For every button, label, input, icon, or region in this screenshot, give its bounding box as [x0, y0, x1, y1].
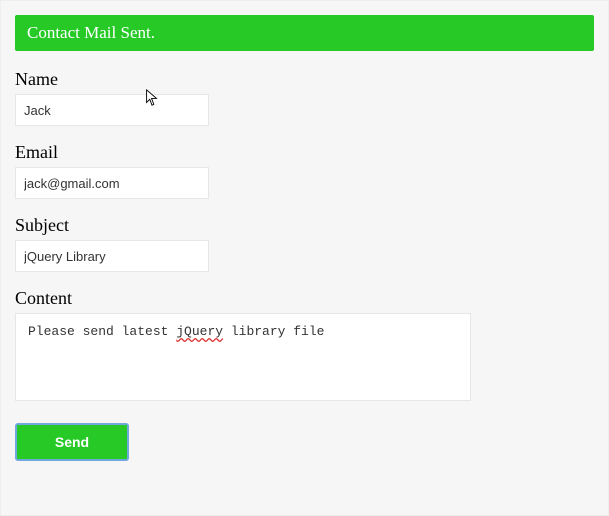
contact-form-container: Contact Mail Sent. Name Email Subject Co… — [0, 0, 609, 516]
subject-field-group: Subject — [15, 215, 594, 272]
send-button[interactable]: Send — [15, 423, 129, 461]
subject-label: Subject — [15, 215, 594, 236]
content-text-spellerror: jQuery — [176, 324, 223, 339]
success-banner: Contact Mail Sent. — [15, 15, 594, 51]
success-banner-text: Contact Mail Sent. — [27, 23, 155, 42]
name-input[interactable] — [15, 94, 209, 126]
content-text-pre: Please send latest — [28, 324, 176, 339]
name-field-group: Name — [15, 69, 594, 126]
email-label: Email — [15, 142, 594, 163]
content-text-post: library file — [223, 324, 324, 339]
email-input[interactable] — [15, 167, 209, 199]
content-label: Content — [15, 288, 594, 309]
content-field-group: Content Please send latest jQuery librar… — [15, 288, 594, 401]
email-field-group: Email — [15, 142, 594, 199]
subject-input[interactable] — [15, 240, 209, 272]
content-textarea[interactable]: Please send latest jQuery library file — [15, 313, 471, 401]
name-label: Name — [15, 69, 594, 90]
